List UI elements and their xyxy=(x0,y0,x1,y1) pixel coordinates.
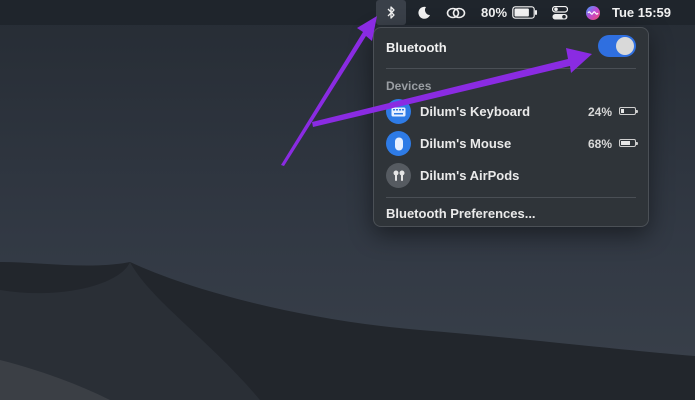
do-not-disturb-menu-item[interactable] xyxy=(412,0,436,25)
device-battery-icon xyxy=(619,139,638,147)
panel-title: Bluetooth xyxy=(386,40,447,55)
keyboard-icon xyxy=(391,107,406,116)
divider xyxy=(386,68,636,69)
device-battery-fill xyxy=(621,141,630,145)
battery-percent: 80% xyxy=(480,5,508,20)
toggle-knob xyxy=(616,37,634,55)
device-icon-wrap xyxy=(386,99,411,124)
device-icon-wrap xyxy=(386,131,411,156)
device-name: Dilum's Mouse xyxy=(420,136,512,151)
bluetooth-icon xyxy=(387,6,395,19)
moon-icon xyxy=(418,6,430,19)
device-battery-percent: 24% xyxy=(587,105,612,119)
bluetooth-panel: Bluetooth Devices Dilum's Keyboard 24% D… xyxy=(373,27,649,227)
device-battery-icon xyxy=(619,107,638,115)
control-center-menu-item[interactable] xyxy=(549,0,571,25)
devices-section-label: Devices xyxy=(386,79,432,93)
device-name: Dilum's AirPods xyxy=(420,168,520,183)
menu-bar: 80% Tue 15:59 xyxy=(0,0,695,25)
device-row-mouse[interactable]: Dilum's Mouse 68% xyxy=(374,128,650,160)
device-battery-percent: 68% xyxy=(587,137,612,151)
mouse-icon xyxy=(394,137,403,150)
bluetooth-toggle[interactable] xyxy=(598,35,636,57)
siri-icon xyxy=(586,5,600,20)
screen-mirroring-menu-item[interactable] xyxy=(442,0,470,25)
device-row-keyboard[interactable]: Dilum's Keyboard 24% xyxy=(374,96,650,128)
airpods-icon xyxy=(393,170,404,181)
device-icon-wrap xyxy=(386,163,411,188)
bluetooth-menu-item[interactable] xyxy=(376,0,406,25)
divider xyxy=(386,197,636,198)
battery-menu-item[interactable] xyxy=(510,0,540,25)
link-icon xyxy=(446,7,466,18)
device-row-airpods[interactable]: Dilum's AirPods xyxy=(374,160,650,192)
device-name: Dilum's Keyboard xyxy=(420,104,531,119)
control-center-icon xyxy=(552,5,568,19)
menubar-clock[interactable]: Tue 15:59 xyxy=(612,0,682,25)
bluetooth-preferences-link[interactable]: Bluetooth Preferences... xyxy=(386,206,536,221)
siri-menu-item[interactable] xyxy=(583,0,603,25)
device-battery-fill xyxy=(621,109,624,113)
battery-icon xyxy=(512,6,537,19)
